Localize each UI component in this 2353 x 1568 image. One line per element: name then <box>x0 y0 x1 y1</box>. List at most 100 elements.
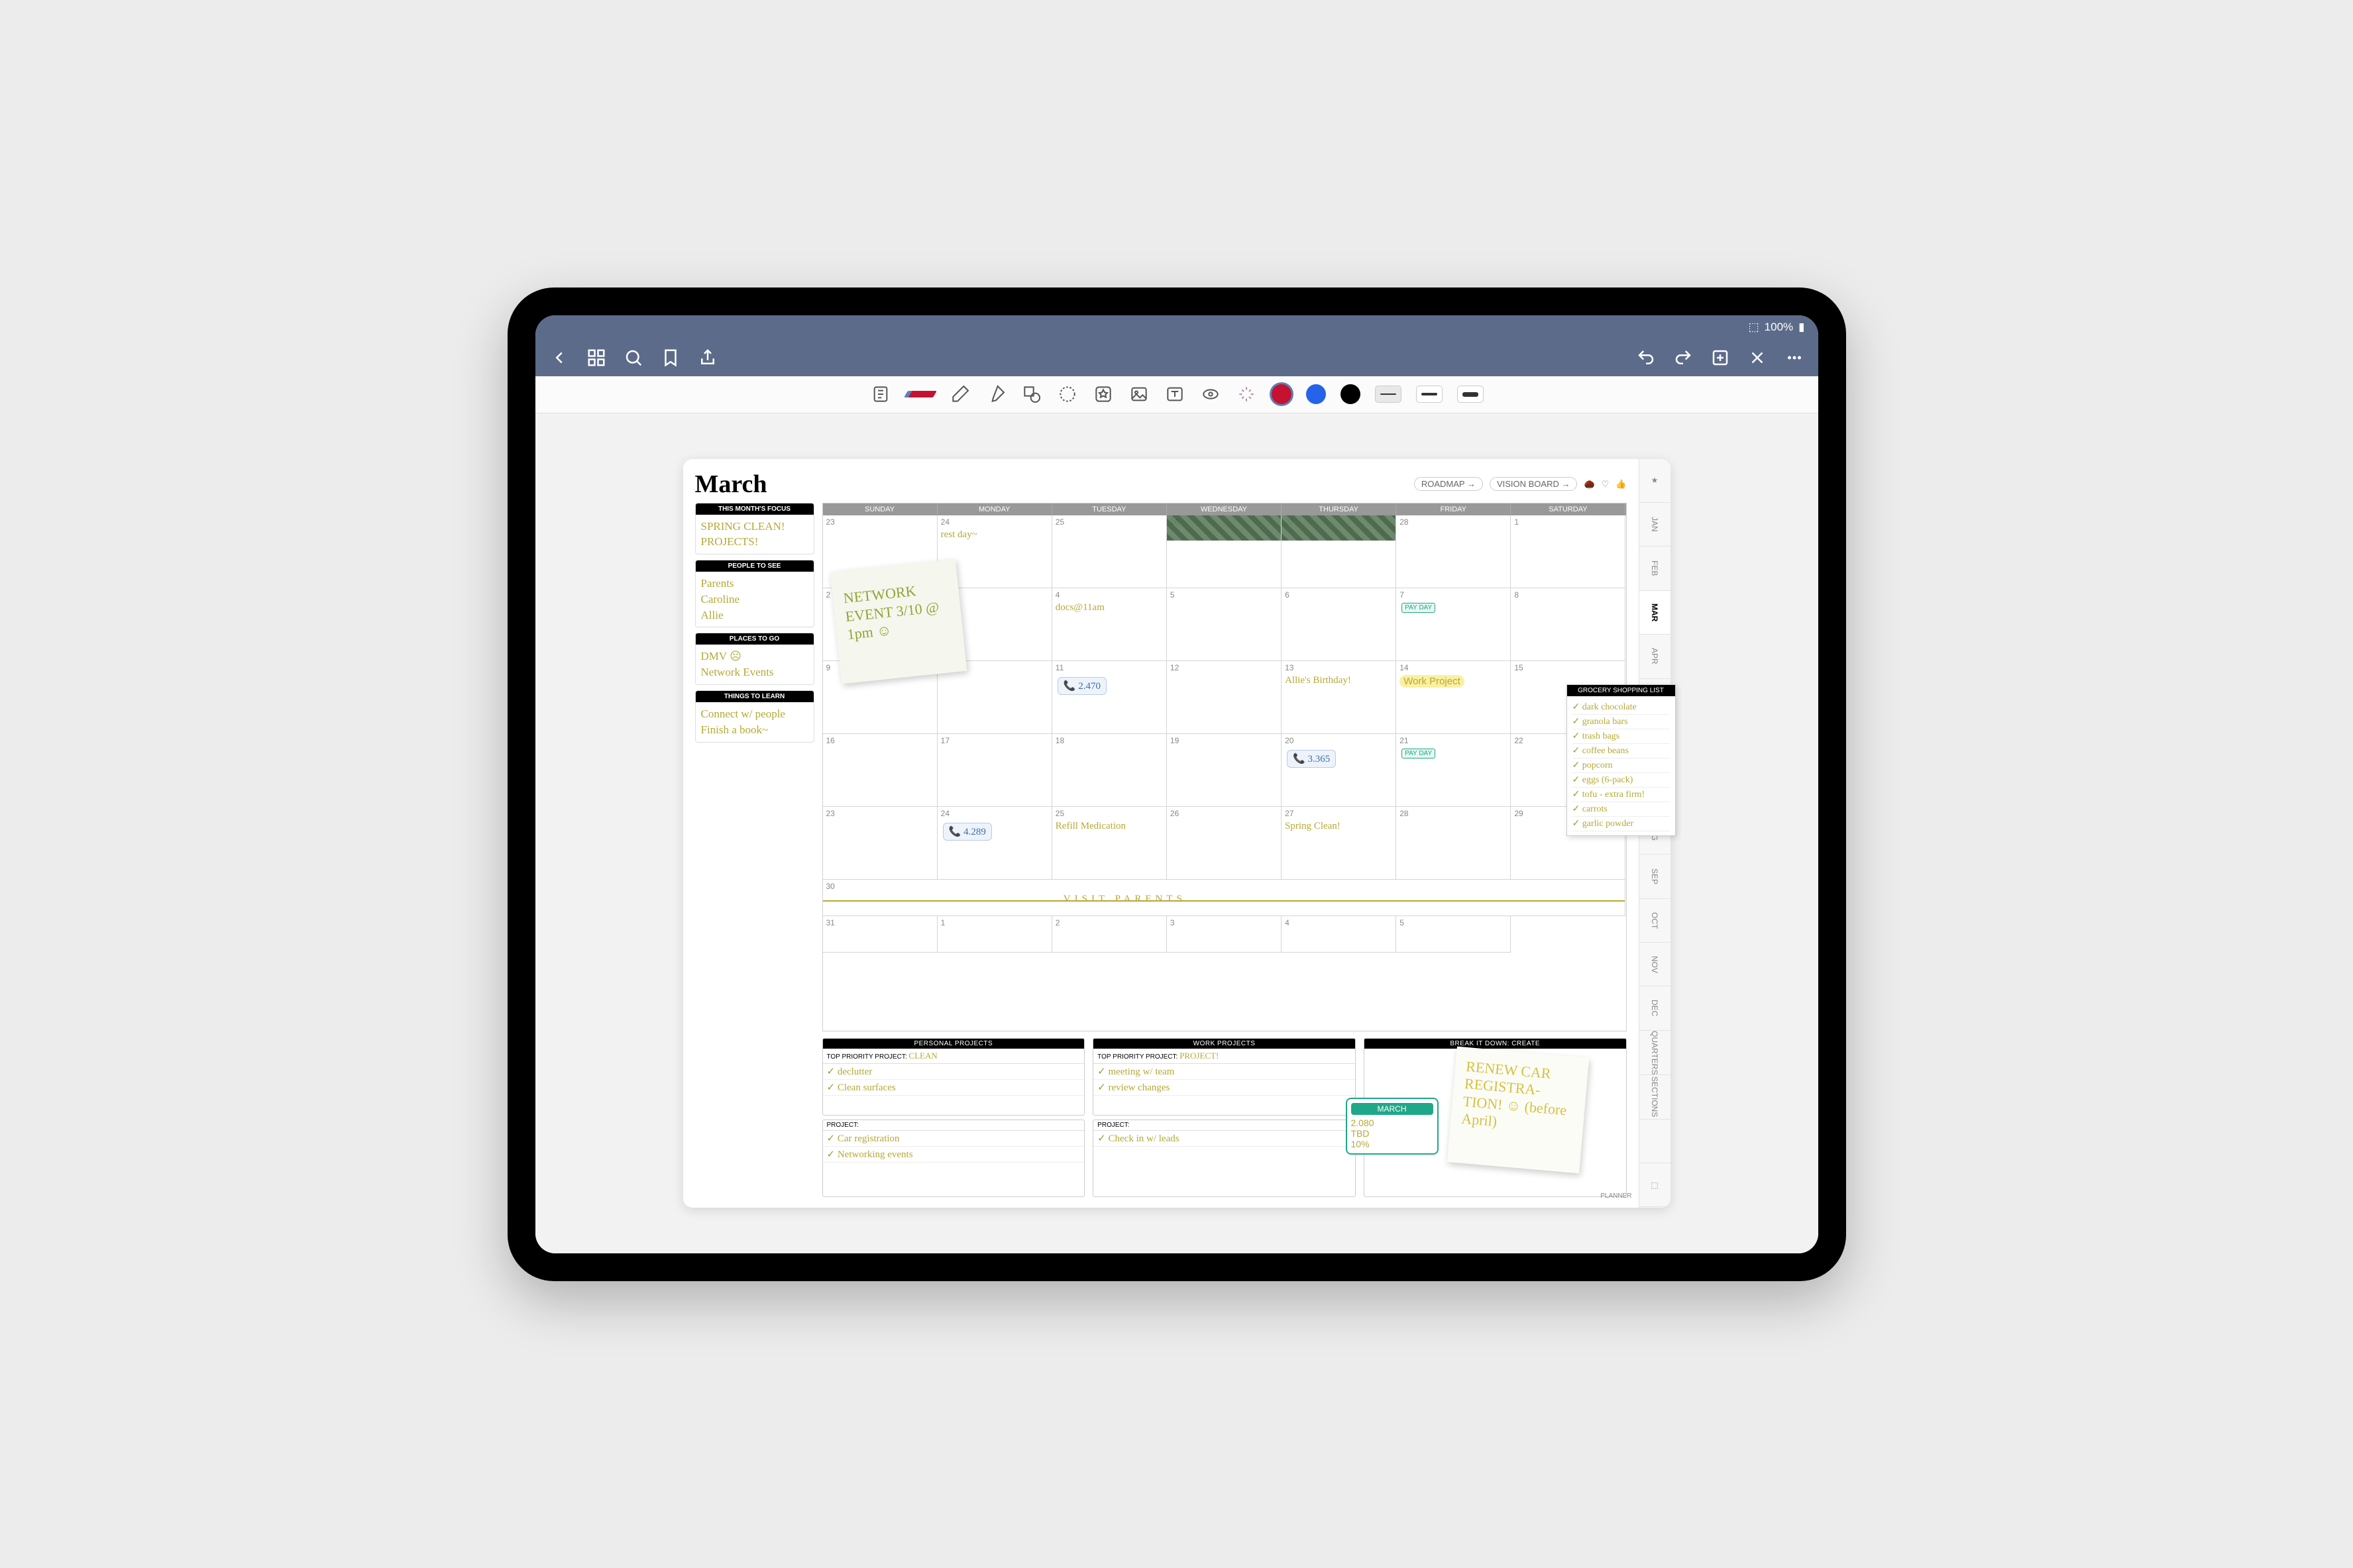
people-block[interactable]: PEOPLE TO SEE ParentsCarolineAllie <box>695 560 814 627</box>
calendar-cell[interactable]: 17 <box>938 734 1052 807</box>
calendar-cell[interactable]: 27 <box>1282 515 1396 588</box>
grocery-item: popcorn <box>1572 758 1670 773</box>
stroke-med[interactable] <box>1416 386 1443 403</box>
day-header: SATURDAY <box>1511 503 1625 515</box>
sidetab-icon-16[interactable]: ⬚ <box>1639 1163 1670 1207</box>
favorites-icon[interactable] <box>1093 384 1114 405</box>
canvas[interactable]: March ROADMAP → VISION BOARD → 🌰 ♡ 👍 THI… <box>535 413 1818 1253</box>
search-icon[interactable] <box>623 347 644 368</box>
places-block[interactable]: PLACES TO GO DMV ☹Network Events <box>695 633 814 685</box>
calendar-cell[interactable]: 4 <box>1282 916 1396 953</box>
sidetab-★[interactable]: ★ <box>1639 459 1670 503</box>
stroke-thick[interactable] <box>1457 386 1484 403</box>
calendar-cell[interactable]: 7PAY DAY <box>1396 588 1511 661</box>
calendar-cell[interactable]: 26 <box>1167 807 1282 880</box>
share-icon[interactable] <box>697 347 718 368</box>
planner-label: PLANNER <box>1600 1192 1631 1200</box>
undo-icon[interactable] <box>1635 347 1657 368</box>
calendar-cell[interactable]: 244.289 <box>938 807 1052 880</box>
grocery-item: trash bags <box>1572 729 1670 744</box>
sidetab-SECTIONS[interactable]: SECTIONS <box>1639 1075 1670 1119</box>
lasso-icon[interactable] <box>1057 384 1078 405</box>
calendar-cell[interactable]: 31 <box>823 916 938 953</box>
calendar-cell[interactable]: 5 <box>1396 916 1511 953</box>
acorn-icon[interactable]: 🌰 <box>1584 479 1594 490</box>
calendar-cell[interactable]: 3 <box>1167 916 1282 953</box>
sidetab-MAR[interactable]: MAR <box>1639 591 1670 635</box>
calendar-cell[interactable]: 2 <box>1052 916 1167 953</box>
sidetab-icon-15[interactable] <box>1639 1120 1670 1163</box>
march-stats[interactable]: MARCH 2.080 TBD 10% <box>1346 1098 1439 1155</box>
focus-block[interactable]: THIS MONTH'S FOCUS SPRING CLEAN!PROJECTS… <box>695 503 814 555</box>
personal-project-2[interactable]: PROJECT: Car registration Networking eve… <box>822 1120 1085 1197</box>
stroke-thin[interactable] <box>1375 386 1401 403</box>
day-header: SUNDAY <box>823 503 938 515</box>
sticky-network[interactable]: NETWORK EVENT 3/10 @ 1pm ☺ <box>830 558 967 684</box>
calendar-cell[interactable]: 8 <box>1511 588 1625 661</box>
sidetab-JAN[interactable]: JAN <box>1639 503 1670 547</box>
calendar-cell[interactable]: 12 <box>1167 661 1282 734</box>
calendar-cell[interactable]: 28 <box>1396 515 1511 588</box>
sidetab-QUARTERS[interactable]: QUARTERS <box>1639 1031 1670 1075</box>
calendar-cell[interactable]: 23 <box>823 807 938 880</box>
learn-block[interactable]: THINGS TO LEARN Connect w/ peopleFinish … <box>695 690 814 743</box>
personal-projects[interactable]: PERSONAL PROJECTS TOP PRIORITY PROJECT: … <box>822 1038 1085 1116</box>
sidetab-APR[interactable]: APR <box>1639 635 1670 678</box>
work-project-2[interactable]: PROJECT: Check in w/ leads <box>1093 1120 1356 1197</box>
calendar-cell[interactable]: 112.470 <box>1052 661 1167 734</box>
calendar-cell[interactable]: 13Allie's Birthday! <box>1282 661 1396 734</box>
redo-icon[interactable] <box>1672 347 1694 368</box>
calendar-cell[interactable]: 27Spring Clean! <box>1282 807 1396 880</box>
eraser-icon[interactable] <box>950 384 971 405</box>
thumbnails-icon[interactable] <box>586 347 607 368</box>
calendar-cell[interactable]: 1 <box>1511 515 1625 588</box>
text-icon[interactable] <box>1164 384 1185 405</box>
calendar-cell[interactable]: 1 <box>938 916 1052 953</box>
readonly-icon[interactable] <box>870 384 891 405</box>
add-icon[interactable] <box>1710 347 1731 368</box>
calendar-cell[interactable]: 19 <box>1167 734 1282 807</box>
calendar-cell[interactable]: 28 <box>1396 807 1511 880</box>
grocery-item: dark chocolate <box>1572 700 1670 715</box>
pen-tool[interactable] <box>906 391 935 397</box>
sidetab-FEB[interactable]: FEB <box>1639 547 1670 590</box>
visionboard-link[interactable]: VISION BOARD → <box>1490 477 1578 491</box>
sidetab-OCT[interactable]: OCT <box>1639 899 1670 943</box>
close-icon[interactable] <box>1747 347 1768 368</box>
planner-page[interactable]: March ROADMAP → VISION BOARD → 🌰 ♡ 👍 THI… <box>683 459 1670 1208</box>
grocery-item: eggs (6-pack) <box>1572 773 1670 788</box>
color-blue[interactable] <box>1306 384 1326 404</box>
bookmark-icon[interactable] <box>660 347 681 368</box>
more-icon[interactable] <box>1784 347 1805 368</box>
grocery-list[interactable]: GROCERY SHOPPING LIST dark chocolategran… <box>1566 684 1676 836</box>
image-icon[interactable] <box>1128 384 1150 405</box>
calendar-cell[interactable]: 26 <box>1167 515 1282 588</box>
tape-icon[interactable] <box>1200 384 1221 405</box>
calendar-cell[interactable]: 5 <box>1167 588 1282 661</box>
sidetab-DEC[interactable]: DEC <box>1639 986 1670 1030</box>
calendar-cell[interactable]: 25 <box>1052 515 1167 588</box>
sticky-renew[interactable]: RENEW CAR REGISTRA-TION! ☺ (before April… <box>1447 1046 1588 1173</box>
shape-icon[interactable] <box>1021 384 1042 405</box>
calendar-cell[interactable]: 21PAY DAY <box>1396 734 1511 807</box>
highlighter-icon[interactable] <box>985 384 1007 405</box>
calendar-cell[interactable]: 4docs@11am <box>1052 588 1167 661</box>
battery-label: 100% <box>1765 321 1793 334</box>
color-red[interactable] <box>1272 384 1291 404</box>
calendar-cell[interactable]: 30VISIT PARENTS <box>823 880 1626 916</box>
color-black[interactable] <box>1341 384 1360 404</box>
sidetab-NOV[interactable]: NOV <box>1639 943 1670 986</box>
calendar-cell[interactable]: 203.365 <box>1282 734 1396 807</box>
calendar-cell[interactable]: 25Refill Medication <box>1052 807 1167 880</box>
calendar-cell[interactable]: 18 <box>1052 734 1167 807</box>
roadmap-link[interactable]: ROADMAP → <box>1414 477 1483 491</box>
sidetab-SEP[interactable]: SEP <box>1639 855 1670 898</box>
calendar-cell[interactable]: 6 <box>1282 588 1396 661</box>
laser-icon[interactable] <box>1236 384 1257 405</box>
work-projects[interactable]: WORK PROJECTS TOP PRIORITY PROJECT: PROJ… <box>1093 1038 1356 1116</box>
thumbsup-icon[interactable]: 👍 <box>1615 479 1626 490</box>
calendar-cell[interactable]: 16 <box>823 734 938 807</box>
back-icon[interactable] <box>549 347 570 368</box>
heart-icon[interactable]: ♡ <box>1602 479 1610 490</box>
calendar-cell[interactable]: 14Work Project <box>1396 661 1511 734</box>
